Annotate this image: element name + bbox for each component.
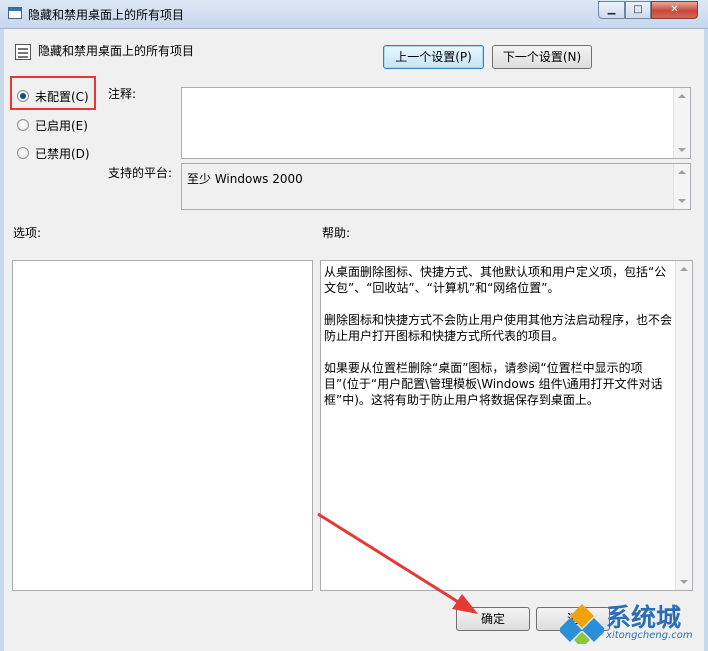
- dialog-body: 隐藏和禁用桌面上的所有项目 上一个设置(P) 下一个设置(N) 未配置(C) 已…: [4, 29, 704, 651]
- options-pane: [12, 260, 313, 591]
- help-pane[interactable]: 从桌面删除图标、快捷方式、其他默认项和用户定义项，包括“公文包”、“回收站”、“…: [320, 260, 693, 591]
- help-label: 帮助:: [322, 226, 351, 240]
- scroll-down-icon[interactable]: [678, 148, 686, 152]
- close-icon: ✕: [670, 4, 679, 15]
- scroll-up-icon[interactable]: [680, 267, 688, 271]
- next-setting-button[interactable]: 下一个设置(N): [492, 45, 592, 69]
- previous-setting-button[interactable]: 上一个设置(P): [383, 45, 484, 69]
- platform-field: 至少 Windows 2000: [181, 163, 691, 210]
- scroll-up-icon[interactable]: [678, 170, 686, 174]
- maximize-button[interactable]: □: [625, 1, 651, 19]
- maximize-icon: □: [633, 4, 643, 15]
- minimize-button[interactable]: ▁: [598, 1, 625, 19]
- scroll-down-icon[interactable]: [680, 580, 688, 584]
- radio-label: 已启用(E): [35, 119, 88, 133]
- watermark-name: 系统城: [606, 603, 682, 632]
- radio-button[interactable]: [17, 119, 29, 131]
- watermark-logo-icon: [560, 604, 604, 644]
- help-text: 从桌面删除图标、快捷方式、其他默认项和用户定义项，包括“公文包”、“回收站”、“…: [324, 264, 674, 424]
- group-policy-icon: [8, 7, 22, 19]
- help-paragraph: 从桌面删除图标、快捷方式、其他默认项和用户定义项，包括“公文包”、“回收站”、“…: [324, 265, 667, 295]
- ok-button[interactable]: 确定: [456, 607, 530, 631]
- minimize-icon: ▁: [607, 4, 616, 15]
- help-paragraph: 删除图标和快捷方式不会防止用户使用其他方法启动程序，也不会防止用户打开图标和快捷…: [324, 313, 673, 343]
- policy-title: 隐藏和禁用桌面上的所有项目: [38, 44, 195, 58]
- close-button[interactable]: ✕: [651, 1, 698, 19]
- help-paragraph: 如果要从位置栏删除“桌面”图标，请参阅“位置栏中显示的项目”(位于“用户配置\管…: [324, 361, 663, 407]
- radio-label: 已禁用(D): [35, 147, 90, 161]
- help-scrollbar[interactable]: [675, 261, 692, 590]
- watermark-url: xitongcheng.com: [606, 630, 693, 641]
- comment-textarea[interactable]: [181, 87, 691, 159]
- radio-label: 未配置(C): [35, 90, 89, 104]
- policy-setting-icon: [15, 44, 31, 60]
- radio-button[interactable]: [17, 147, 29, 159]
- radio-button[interactable]: [17, 90, 29, 102]
- platform-value: 至少 Windows 2000: [187, 172, 303, 186]
- platform-label: 支持的平台:: [108, 166, 173, 180]
- window-title: 隐藏和禁用桌面上的所有项目: [28, 8, 185, 22]
- title-bar[interactable]: 隐藏和禁用桌面上的所有项目 ▁ □ ✕: [0, 0, 708, 29]
- watermark: 系统城 xitongcheng.com: [560, 598, 708, 651]
- comment-label: 注释:: [108, 87, 137, 101]
- scroll-down-icon[interactable]: [678, 199, 686, 203]
- options-label: 选项:: [13, 226, 42, 240]
- platform-scrollbar[interactable]: [673, 164, 690, 209]
- scroll-up-icon[interactable]: [678, 94, 686, 98]
- comment-scrollbar[interactable]: [673, 88, 690, 158]
